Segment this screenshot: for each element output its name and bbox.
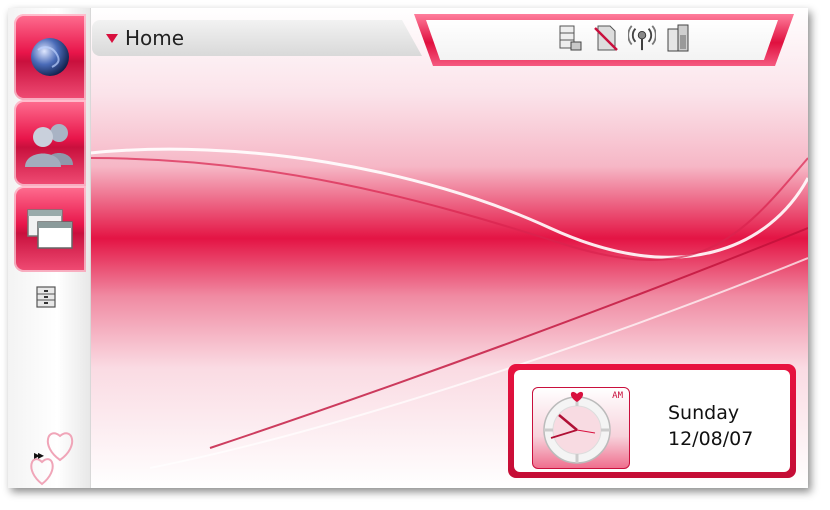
clock-widget[interactable]: AM Sunday 12/08/07 — [508, 364, 796, 478]
sidebar-item-contacts[interactable] — [14, 100, 86, 186]
contacts-icon — [25, 124, 73, 167]
wireless-icon — [628, 25, 656, 51]
battery-icon — [667, 24, 689, 52]
connectivity-status[interactable] — [628, 23, 656, 53]
battery-status[interactable] — [664, 23, 692, 53]
no-sim-icon — [594, 25, 618, 51]
device-screen: ▸▸ Home AM Sunday 12/08/07 — [8, 8, 808, 488]
page-title: Home — [125, 26, 185, 50]
clock-widget-panel: AM Sunday 12/08/07 — [514, 370, 790, 472]
file-manager-status[interactable] — [556, 23, 584, 53]
globe-icon — [31, 38, 69, 76]
more-applications-button[interactable]: ▸▸ — [34, 448, 44, 462]
dropdown-arrow-icon — [106, 33, 118, 43]
title-bar: Home — [92, 14, 800, 66]
date-display: Sunday 12/08/07 — [668, 400, 753, 452]
sim-status[interactable] — [592, 23, 620, 53]
filing-cabinet-icon — [36, 286, 56, 308]
status-icons — [556, 22, 692, 54]
analog-clock: AM — [532, 387, 630, 469]
app-sidebar: ▸▸ — [8, 8, 91, 488]
hearts-decoration-icon — [30, 432, 73, 486]
title-menu-button[interactable]: Home — [92, 20, 422, 56]
windows-icon — [27, 209, 73, 249]
sidebar-item-open-windows[interactable] — [14, 186, 86, 272]
sidebar-item-files[interactable] — [36, 286, 56, 308]
file-manager-icon — [559, 25, 582, 51]
sidebar-item-web[interactable] — [14, 14, 86, 100]
date-label: 12/08/07 — [668, 428, 754, 450]
ampm-indicator: AM — [612, 391, 623, 401]
day-label: Sunday — [668, 402, 740, 424]
